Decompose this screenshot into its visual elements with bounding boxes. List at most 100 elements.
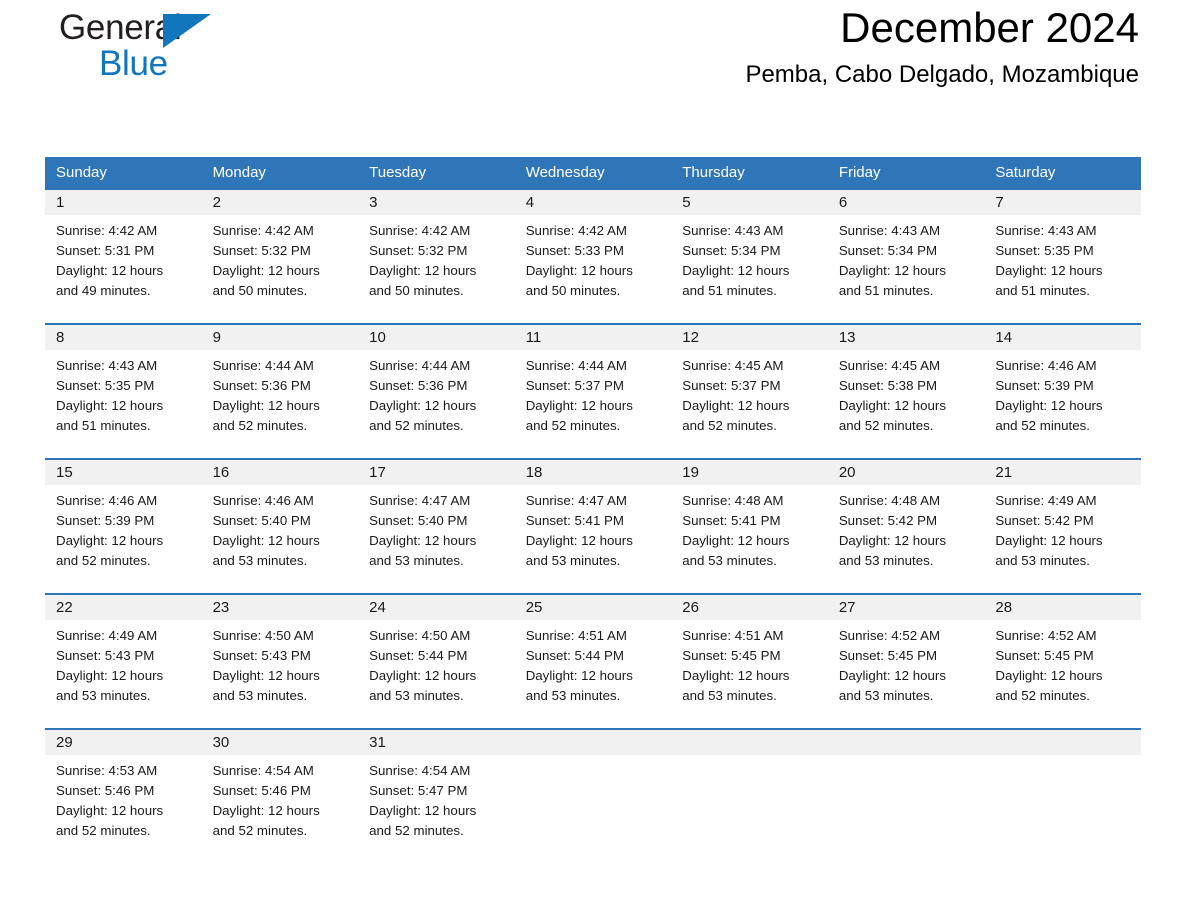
day-number: 20 [838, 464, 856, 481]
weekday-header-saturday: Saturday [984, 157, 1141, 188]
daylight-text-line1: Daylight: 12 hours [369, 398, 477, 413]
day-info: Sunrise: 4:53 AM Sunset: 5:46 PM Daylight:… [45, 755, 202, 841]
sunrise-text: Sunrise: 4:45 AM [838, 358, 941, 373]
sunrise-text: Sunrise: 4:47 AM [525, 493, 627, 508]
day-cell-inner: 26 Sunrise: 4:51 AM Sunset: 5:45 PM Dayligh… [671, 595, 828, 728]
daylight-text-line1: Daylight: 12 hours [369, 263, 477, 278]
day-info: Sunrise: 4:54 AM Sunset: 5:47 PM Daylight:… [358, 755, 515, 841]
daylight-text-line1: Daylight: 12 hours [995, 398, 1103, 413]
day-info: Sunrise: 4:54 AM Sunset: 5:46 PM Daylight:… [202, 755, 359, 841]
day-number-band: 24 [358, 595, 515, 620]
daylight-text-line2: and 53 minutes. [525, 688, 621, 703]
calendar-body: 1 Sunrise: 4:42 AM Sunset: 5:31 PM Daylight… [45, 188, 1141, 863]
calendar-day-cell[interactable]: 1 Sunrise: 4:42 AM Sunset: 5:31 PM Daylight… [45, 188, 202, 323]
sunset-text: Sunset: 5:44 PM [525, 648, 624, 663]
calendar-day-cell[interactable]: 4 Sunrise: 4:42 AM Sunset: 5:33 PM Daylight… [514, 188, 672, 323]
weekday-header-thursday: Thursday [671, 157, 828, 188]
calendar-day-cell[interactable]: 22 Sunrise: 4:49 AM Sunset: 5:43 PM Dayligh… [45, 593, 202, 728]
calendar-day-cell[interactable]: 2 Sunrise: 4:42 AM Sunset: 5:32 PM Daylight… [201, 188, 359, 323]
sunrise-text: Sunrise: 4:52 AM [995, 628, 1097, 643]
location-subtitle: Pemba, Cabo Delgado, Mozambique [745, 61, 1139, 88]
calendar-day-cell[interactable]: 7 Sunrise: 4:43 AM Sunset: 5:35 PM Daylight… [984, 188, 1141, 323]
calendar-day-cell[interactable]: 23 Sunrise: 4:50 AM Sunset: 5:43 PM Dayligh… [201, 593, 359, 728]
calendar-day-cell[interactable] [827, 728, 985, 863]
sunset-text: Sunset: 5:38 PM [838, 378, 938, 393]
calendar-day-cell[interactable]: 17 Sunrise: 4:47 AM Sunset: 5:40 PM Dayligh… [358, 458, 515, 593]
day-info: Sunrise: 4:46 AM Sunset: 5:39 PM Daylight:… [45, 485, 202, 571]
calendar-day-cell[interactable]: 14 Sunrise: 4:46 AM Sunset: 5:39 PM Dayligh… [984, 323, 1141, 458]
day-number-band: 14 [984, 325, 1141, 350]
daylight-text-line2: and 53 minutes. [995, 553, 1090, 568]
sunset-text: Sunset: 5:40 PM [212, 513, 311, 528]
daylight-text-line2: and 52 minutes. [369, 418, 464, 433]
calendar-day-cell[interactable]: 26 Sunrise: 4:51 AM Sunset: 5:45 PM Dayligh… [671, 593, 828, 728]
daylight-text-line1: Daylight: 12 hours [56, 398, 164, 413]
calendar-day-cell[interactable]: 13 Sunrise: 4:45 AM Sunset: 5:38 PM Dayligh… [827, 323, 985, 458]
day-cell-inner: 24 Sunrise: 4:50 AM Sunset: 5:44 PM Dayligh… [358, 595, 515, 728]
day-info: Sunrise: 4:45 AM Sunset: 5:38 PM Daylight:… [828, 350, 985, 436]
daylight-text-line2: and 53 minutes. [56, 688, 151, 703]
calendar-day-cell[interactable]: 9 Sunrise: 4:44 AM Sunset: 5:36 PM Daylight… [201, 323, 359, 458]
day-cell-body: 5 Sunrise: 4:43 AM Sunset: 5:34 PM Daylight… [671, 188, 828, 323]
daylight-text-line2: and 51 minutes. [838, 283, 934, 298]
calendar-day-cell[interactable] [671, 728, 828, 863]
calendar-day-cell[interactable]: 16 Sunrise: 4:46 AM Sunset: 5:40 PM Dayligh… [201, 458, 359, 593]
daylight-text-line1: Daylight: 12 hours [682, 398, 790, 413]
weekday-header-wednesday: Wednesday [514, 157, 672, 188]
calendar-day-cell[interactable]: 31 Sunrise: 4:54 AM Sunset: 5:47 PM Dayligh… [358, 728, 515, 863]
day-cell-body: 3 Sunrise: 4:42 AM Sunset: 5:32 PM Daylight… [358, 188, 515, 323]
calendar-day-cell[interactable] [984, 728, 1141, 863]
calendar-day-cell[interactable]: 18 Sunrise: 4:47 AM Sunset: 5:41 PM Dayligh… [514, 458, 672, 593]
day-number-band: 2 [201, 190, 359, 215]
calendar-day-cell[interactable]: 27 Sunrise: 4:52 AM Sunset: 5:45 PM Dayligh… [827, 593, 985, 728]
day-number-band: 30 [201, 730, 359, 755]
daylight-text-line2: and 52 minutes. [212, 418, 308, 433]
calendar-day-cell[interactable]: 30 Sunrise: 4:54 AM Sunset: 5:46 PM Dayligh… [201, 728, 359, 863]
day-number: 26 [682, 599, 699, 616]
daylight-text-line1: Daylight: 12 hours [838, 668, 946, 683]
day-cell-body: 17 Sunrise: 4:47 AM Sunset: 5:40 PM Dayligh… [358, 458, 515, 593]
calendar-day-cell[interactable]: 15 Sunrise: 4:46 AM Sunset: 5:39 PM Dayligh… [45, 458, 202, 593]
calendar-day-cell[interactable]: 11 Sunrise: 4:44 AM Sunset: 5:37 PM Dayligh… [514, 323, 672, 458]
calendar-day-cell[interactable]: 19 Sunrise: 4:48 AM Sunset: 5:41 PM Dayligh… [671, 458, 828, 593]
calendar-day-cell[interactable]: 8 Sunrise: 4:43 AM Sunset: 5:35 PM Daylight… [45, 323, 202, 458]
day-cell-body: 11 Sunrise: 4:44 AM Sunset: 5:37 PM Dayligh… [514, 323, 672, 458]
calendar-day-cell[interactable]: 25 Sunrise: 4:51 AM Sunset: 5:44 PM Dayligh… [514, 593, 672, 728]
daylight-text-line2: and 52 minutes. [995, 688, 1090, 703]
day-cell-body: 26 Sunrise: 4:51 AM Sunset: 5:45 PM Dayligh… [671, 593, 828, 728]
daylight-text-line2: and 53 minutes. [838, 553, 934, 568]
day-cell-inner: 7 Sunrise: 4:43 AM Sunset: 5:35 PM Daylight… [984, 190, 1141, 323]
calendar-day-cell[interactable]: 5 Sunrise: 4:43 AM Sunset: 5:34 PM Daylight… [671, 188, 828, 323]
calendar-week-row: 22 Sunrise: 4:49 AM Sunset: 5:43 PM Dayligh… [45, 593, 1141, 728]
calendar-day-cell[interactable]: 24 Sunrise: 4:50 AM Sunset: 5:44 PM Dayligh… [358, 593, 515, 728]
daylight-text-line1: Daylight: 12 hours [838, 398, 946, 413]
day-info: Sunrise: 4:51 AM Sunset: 5:45 PM Daylight:… [671, 620, 828, 706]
day-number-band: 11 [514, 325, 672, 350]
day-number: 15 [56, 464, 73, 481]
day-info: Sunrise: 4:43 AM Sunset: 5:34 PM Daylight:… [828, 215, 985, 301]
day-info: Sunrise: 4:52 AM Sunset: 5:45 PM Daylight:… [828, 620, 985, 706]
calendar-day-cell[interactable]: 28 Sunrise: 4:52 AM Sunset: 5:45 PM Dayligh… [984, 593, 1141, 728]
generalblue-logo[interactable]: General Blue [59, 8, 299, 94]
calendar-day-cell[interactable]: 10 Sunrise: 4:44 AM Sunset: 5:36 PM Dayligh… [358, 323, 515, 458]
calendar-day-cell[interactable] [514, 728, 672, 863]
calendar-day-cell[interactable]: 12 Sunrise: 4:45 AM Sunset: 5:37 PM Dayligh… [671, 323, 828, 458]
sunset-text: Sunset: 5:46 PM [212, 783, 311, 798]
calendar-day-cell[interactable]: 29 Sunrise: 4:53 AM Sunset: 5:46 PM Dayligh… [45, 728, 202, 863]
daylight-text-line2: and 51 minutes. [682, 283, 777, 298]
daylight-text-line1: Daylight: 12 hours [682, 263, 790, 278]
calendar-day-cell[interactable]: 3 Sunrise: 4:42 AM Sunset: 5:32 PM Daylight… [358, 188, 515, 323]
calendar-day-cell[interactable]: 6 Sunrise: 4:43 AM Sunset: 5:34 PM Daylight… [827, 188, 985, 323]
day-number: 11 [525, 329, 542, 346]
weekday-header-tuesday: Tuesday [358, 157, 515, 188]
sunrise-text: Sunrise: 4:43 AM [682, 223, 784, 238]
calendar-day-cell[interactable]: 21 Sunrise: 4:49 AM Sunset: 5:42 PM Dayligh… [984, 458, 1141, 593]
sunrise-text: Sunrise: 4:50 AM [369, 628, 471, 643]
day-cell-body [671, 728, 828, 863]
weekday-header-friday: Friday [827, 157, 985, 188]
daylight-text-line2: and 52 minutes. [525, 418, 621, 433]
daylight-text-line1: Daylight: 12 hours [995, 263, 1103, 278]
daylight-text-line1: Daylight: 12 hours [369, 533, 477, 548]
day-cell-inner: 9 Sunrise: 4:44 AM Sunset: 5:36 PM Daylight… [201, 325, 359, 458]
calendar-day-cell[interactable]: 20 Sunrise: 4:48 AM Sunset: 5:42 PM Dayligh… [827, 458, 985, 593]
